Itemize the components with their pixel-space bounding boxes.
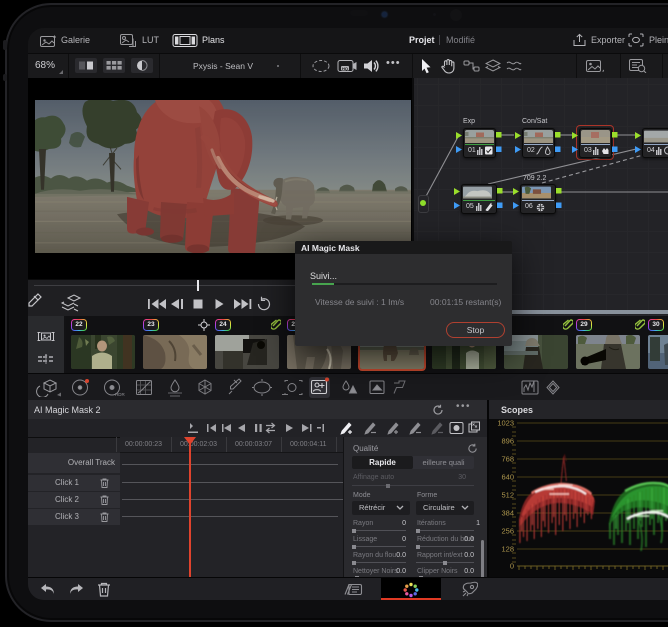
svg-text:640: 640 xyxy=(501,473,514,482)
svg-text:512: 512 xyxy=(501,491,514,500)
svg-text:768: 768 xyxy=(501,455,514,464)
svg-text:384: 384 xyxy=(501,509,514,518)
svg-text:256: 256 xyxy=(501,527,514,536)
svg-text:896: 896 xyxy=(501,437,514,446)
svg-text:HDR: HDR xyxy=(115,392,125,397)
svg-text:0: 0 xyxy=(510,562,514,571)
svg-text:1023: 1023 xyxy=(497,419,514,428)
svg-text:HQ: HQ xyxy=(342,66,348,71)
svg-text:128: 128 xyxy=(501,545,514,554)
